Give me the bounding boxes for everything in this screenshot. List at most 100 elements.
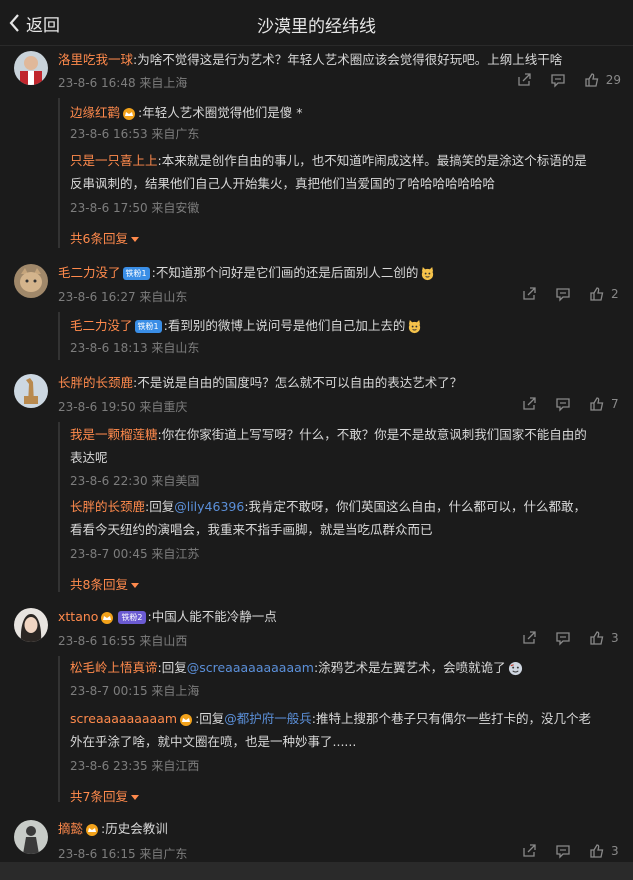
reply-meta: 23-8-6 23:35 来自江西 <box>70 759 200 773</box>
share-button[interactable] <box>521 396 537 412</box>
reply-username[interactable]: 我是一颗榴莲糖 <box>70 427 158 442</box>
reply-username[interactable]: 边缘红鹳 <box>70 105 120 120</box>
reply-meta: 23-8-6 18:13 来自山东 <box>70 341 200 355</box>
like-count: 2 <box>611 287 619 301</box>
reply-meta: 23-8-7 00:45 来自江苏 <box>70 547 200 561</box>
reply-meta: 23-8-6 22:30 来自美国 <box>70 474 200 488</box>
share-button[interactable] <box>516 72 532 88</box>
avatar[interactable] <box>14 374 48 408</box>
comment-icon <box>556 632 570 646</box>
avatar[interactable] <box>14 608 48 642</box>
reply-text: :涂鸦艺术是左翼艺术，会喷就诡了 <box>313 660 506 675</box>
comment-username[interactable]: 摘懿 <box>58 821 83 836</box>
comment-item: 摘懿:历史会教训 23-8-6 16:15 来自广东 3 <box>0 818 633 862</box>
share-icon <box>523 397 536 410</box>
like-button[interactable]: 29 <box>584 72 621 88</box>
caret-down-icon <box>130 795 139 800</box>
avatar[interactable] <box>14 264 48 298</box>
reply-text: :看到别的微博上说问号是他们自己加上去的 <box>163 318 406 333</box>
comment-icon <box>556 398 570 412</box>
caret-down-icon <box>130 237 139 242</box>
laugh-cry-emoji-icon <box>508 661 522 676</box>
crown-icon <box>180 713 193 726</box>
reply-username[interactable]: screaaaaaaaaam <box>70 711 177 726</box>
mention-link[interactable]: @都护府一般兵 <box>224 711 312 726</box>
reply-text-line1: :你在你家街道上写写呀？什么，不敢？你是不是故意讽刺我们国家不能自由的 <box>157 427 587 442</box>
comment-username[interactable]: 毛二力没了 <box>58 265 121 280</box>
fan-badge: 铁粉1 <box>134 320 162 333</box>
reply-box: 边缘红鹳 :年轻人艺术圈觉得他们是傻 * 23-8-6 16:53 来自广东 只是… <box>58 98 618 248</box>
like-count: 3 <box>611 844 619 858</box>
comment-username[interactable]: xttano <box>58 609 98 624</box>
like-button[interactable]: 2 <box>589 286 621 302</box>
crown-icon <box>86 823 99 836</box>
share-button[interactable] <box>521 630 537 646</box>
reply-box: 松毛岭上悟真谛 :回复 @screaaaaaaaaaam:涂鸦艺术是左翼艺术，会喷就… <box>58 656 618 805</box>
reply-text-line2: 反串讽刺的，结果他们自己人开始集火，真把他们当爱国的了哈哈哈哈哈哈哈 <box>70 176 496 191</box>
reply-box: 毛二力没了 铁粉1:看到别的微博上说问号是他们自己加上去的 23-8-6 18:1… <box>58 312 618 360</box>
top-bar: 返回 沙漠里的经纬线 <box>0 0 633 46</box>
share-icon <box>523 631 536 644</box>
share-icon <box>523 287 536 300</box>
avatar[interactable] <box>14 51 48 85</box>
mention-link[interactable]: @screaaaaaaaaaam <box>187 660 314 675</box>
reply-text-line2: 看看今天纽约的演唱会，我重来不指手画脚，就是当吃瓜群众而已 <box>70 522 433 537</box>
comment-button[interactable] <box>550 72 566 88</box>
share-button[interactable] <box>521 286 537 302</box>
comment-username[interactable]: 长胖的长颈鹿 <box>58 375 133 390</box>
fan-badge: 铁粉2 <box>118 611 146 624</box>
like-icon <box>590 397 604 411</box>
comment-item: 洛里吃我一球:为啥不觉得这是行为艺术？年轻人艺术圈应该会觉得很好玩吧。上纲上线干… <box>0 46 633 256</box>
crown-icon <box>123 107 136 120</box>
comment-icon <box>556 288 570 302</box>
share-icon <box>518 73 531 86</box>
like-icon <box>585 73 599 87</box>
reply-text-line2: 外在乎涂了啥，就中文圈在喷，也是一种妙事了...... <box>70 734 357 749</box>
reply-username[interactable]: 长胖的长颈鹿 <box>70 499 145 514</box>
reply-username[interactable]: 只是一只喜上上 <box>70 153 158 168</box>
fan-badge: 铁粉1 <box>122 267 150 280</box>
avatar[interactable] <box>14 820 48 854</box>
more-replies-link[interactable]: 共6条回复 <box>70 228 139 247</box>
comment-button[interactable] <box>555 396 571 412</box>
reply-text-line2: 表达呢 <box>70 450 108 465</box>
reply-text-line1: :我肯定不敢呀，你们英国这么自由，什么都可以，什么都敢， <box>244 499 587 514</box>
share-icon <box>523 844 536 857</box>
comment-icon <box>551 74 565 88</box>
comment-button[interactable] <box>555 286 571 302</box>
comment-text: :历史会教训 <box>101 821 168 836</box>
comment-text: :中国人能不能冷静一点 <box>147 609 277 624</box>
share-button[interactable] <box>521 843 537 859</box>
like-count: 7 <box>611 397 619 411</box>
comment-button[interactable] <box>555 843 571 859</box>
like-button[interactable]: 7 <box>589 396 621 412</box>
like-icon <box>590 287 604 301</box>
reply-meta: 23-8-6 16:53 来自广东 <box>70 127 200 141</box>
comment-text: :为啥不觉得这是行为艺术？年轻人艺术圈应该会觉得很好玩吧。上纲上线干啥 <box>133 52 563 67</box>
reply-box: 我是一颗榴莲糖:你在你家街道上写写呀？什么，不敢？你是不是故意讽刺我们国家不能自… <box>58 422 618 592</box>
comment-item: xttano 铁粉2:中国人能不能冷静一点 23-8-6 16:55 来自山西 3… <box>0 606 633 806</box>
like-count: 3 <box>611 631 619 645</box>
crown-icon <box>101 611 114 624</box>
reply-prefix: :回复 <box>195 711 225 726</box>
comment-text: :不是说是自由的国度吗？怎么就不可以自由的表达艺术了？ <box>133 375 463 390</box>
like-count: 29 <box>605 73 621 87</box>
cat-emoji-icon <box>422 266 434 281</box>
like-button[interactable]: 3 <box>589 630 621 646</box>
reply-text-line1: :本来就是创作自由的事儿，也不知道咋闹成这样。最搞笑的是涂这个标语的是 <box>157 153 587 168</box>
reply-username[interactable]: 松毛岭上悟真谛 <box>70 660 158 675</box>
cat-emoji-icon <box>409 319 421 334</box>
reply-username[interactable]: 毛二力没了 <box>70 318 133 333</box>
comment-username[interactable]: 洛里吃我一球 <box>58 52 133 67</box>
reply-meta: 23-8-6 17:50 来自安徽 <box>70 201 200 215</box>
comment-icon <box>556 845 570 859</box>
like-icon <box>590 631 604 645</box>
more-replies-link[interactable]: 共8条回复 <box>70 574 139 593</box>
more-replies-link[interactable]: 共7条回复 <box>70 786 139 805</box>
reply-text: :年轻人艺术圈觉得他们是傻 * <box>138 105 303 120</box>
comment-button[interactable] <box>555 630 571 646</box>
page-title: 沙漠里的经纬线 <box>257 17 376 37</box>
mention-link[interactable]: @lily46396 <box>174 499 244 514</box>
like-button[interactable]: 3 <box>589 843 621 859</box>
reply-meta: 23-8-7 00:15 来自上海 <box>70 684 200 698</box>
